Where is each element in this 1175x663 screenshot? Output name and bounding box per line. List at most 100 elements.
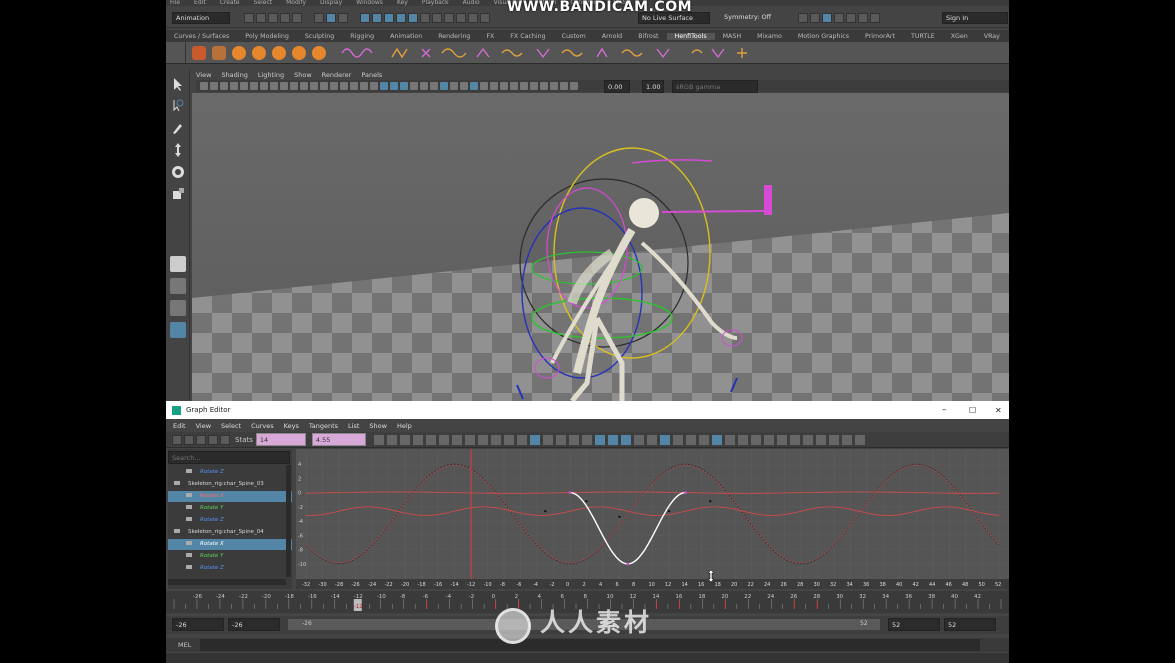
viewport-tool-icon[interactable] xyxy=(220,82,228,90)
toggle-layers-icon[interactable] xyxy=(858,13,868,23)
shelf-tab[interactable]: MASH xyxy=(715,33,749,40)
graph-tool-icon[interactable] xyxy=(802,434,813,445)
graph-tool-icon[interactable] xyxy=(477,434,488,445)
toggle-outliner-icon[interactable] xyxy=(846,13,856,23)
menu-item[interactable]: File xyxy=(170,0,180,6)
graph-tool-icon[interactable] xyxy=(789,434,800,445)
viewport-tool-icon[interactable] xyxy=(510,82,518,90)
snap-surface-icon[interactable] xyxy=(408,13,418,23)
viewport-tool-icon[interactable] xyxy=(330,82,338,90)
keyframe[interactable] xyxy=(585,499,588,503)
viewport-tool-icon[interactable] xyxy=(420,82,428,90)
select-component-icon[interactable] xyxy=(338,13,348,23)
outliner-channel[interactable]: Rotate Y xyxy=(168,503,292,514)
shelf-tab[interactable]: TURTLE xyxy=(903,33,943,40)
shelf-tab[interactable]: Custom xyxy=(554,33,594,40)
viewport-tool-icon[interactable] xyxy=(450,82,458,90)
viewport-tool-icon[interactable] xyxy=(500,82,508,90)
graph-tool-icon[interactable] xyxy=(633,434,644,445)
viewport-tool-icon[interactable] xyxy=(470,82,478,90)
viewport-menu-item[interactable]: Shading xyxy=(221,71,247,79)
graph-tool-icon[interactable] xyxy=(737,434,748,445)
outliner-channel[interactable]: Rotate Z xyxy=(168,467,292,478)
viewport-tool-icon[interactable] xyxy=(320,82,328,90)
insert-key-icon[interactable] xyxy=(184,434,194,445)
graph-tool-icon[interactable] xyxy=(503,434,514,445)
shelf-tab[interactable]: Poly Modeling xyxy=(237,33,297,40)
lattice-icon[interactable] xyxy=(196,434,206,445)
viewport-tool-icon[interactable] xyxy=(480,82,488,90)
anim-start-field[interactable]: -26 xyxy=(172,618,224,631)
shelf-tab[interactable]: Arnold xyxy=(594,33,630,40)
graph-tool-icon[interactable] xyxy=(412,434,423,445)
graph-tool-icon[interactable] xyxy=(672,434,683,445)
select-tool-icon[interactable] xyxy=(170,76,186,92)
graph-menu-item[interactable]: Keys xyxy=(284,422,299,430)
graph-tool-icon[interactable] xyxy=(490,434,501,445)
keyframe[interactable] xyxy=(568,491,572,495)
viewport-menu-item[interactable]: Panels xyxy=(361,71,382,79)
graph-curve-area[interactable]: 4 2 0 -2 -4 -6 -8 -10 -32 -30 -28 -26 -24 -22 -20 -18 -1… xyxy=(296,449,1009,589)
shelf-tab[interactable]: Rigging xyxy=(342,33,382,40)
viewport-tool-icon[interactable] xyxy=(350,82,358,90)
save-scene-icon[interactable] xyxy=(268,13,278,23)
graph-tool-icon[interactable] xyxy=(581,434,592,445)
color-space-dropdown[interactable]: sRGB gamma xyxy=(672,80,758,93)
menu-item[interactable]: Modify xyxy=(286,0,306,6)
viewport-tool-icon[interactable] xyxy=(270,82,278,90)
viewport-tool-icon[interactable] xyxy=(570,82,578,90)
toggle-modeling-toolkit-icon[interactable] xyxy=(798,13,808,23)
render-view-icon[interactable] xyxy=(480,13,490,23)
viewport-tool-icon[interactable] xyxy=(490,82,498,90)
menu-item[interactable]: Key xyxy=(397,0,408,6)
curve-tools-icons[interactable] xyxy=(332,45,792,61)
viewport-tool-icon[interactable] xyxy=(410,82,418,90)
viewport-tool-icon[interactable] xyxy=(560,82,568,90)
undo-icon[interactable] xyxy=(280,13,290,23)
keyframe[interactable] xyxy=(684,491,687,495)
menu-item[interactable]: Audio xyxy=(463,0,480,6)
lasso-tool-icon[interactable] xyxy=(170,98,186,114)
viewport-tool-icon[interactable] xyxy=(240,82,248,90)
viewport-tool-icon[interactable] xyxy=(540,82,548,90)
graph-tool-icon[interactable] xyxy=(607,434,618,445)
keyframe[interactable] xyxy=(709,499,712,503)
close-button[interactable]: ✕ xyxy=(995,406,1002,415)
move-tool-icon[interactable] xyxy=(170,142,186,158)
exposure-field[interactable]: 0.00 xyxy=(604,80,630,93)
viewport-tool-icon[interactable] xyxy=(300,82,308,90)
graph-tool-icon[interactable] xyxy=(373,434,384,445)
paint-select-icon[interactable] xyxy=(170,120,186,136)
shelf-tool-icon[interactable] xyxy=(252,45,266,60)
viewport-tool-icon[interactable] xyxy=(260,82,268,90)
keyframe[interactable] xyxy=(626,562,630,566)
graph-menu-item[interactable]: Curves xyxy=(251,422,274,430)
scale-tool-icon[interactable] xyxy=(170,186,186,202)
graph-tool-icon[interactable] xyxy=(425,434,436,445)
shelf-tab[interactable]: Animation xyxy=(382,33,430,40)
viewport-tool-icon[interactable] xyxy=(380,82,388,90)
graph-tool-icon[interactable] xyxy=(399,434,410,445)
viewport-menu-item[interactable]: View xyxy=(196,71,211,79)
graph-tool-icon[interactable] xyxy=(815,434,826,445)
shelf-tab[interactable]: VRay xyxy=(976,33,1008,40)
viewport-tool-icon[interactable] xyxy=(430,82,438,90)
render-icon[interactable] xyxy=(432,13,442,23)
graph-tool-icon[interactable] xyxy=(841,434,852,445)
menu-item[interactable]: Display xyxy=(320,0,342,6)
graph-tool-icon[interactable] xyxy=(724,434,735,445)
outliner-hscrollbar[interactable] xyxy=(168,579,286,585)
graph-tool-icon[interactable] xyxy=(594,434,605,445)
viewport-tool-icon[interactable] xyxy=(390,82,398,90)
viewport-tool-icon[interactable] xyxy=(290,82,298,90)
viewport-tool-icon[interactable] xyxy=(280,82,288,90)
shelf-options[interactable] xyxy=(166,41,186,64)
outliner-channel[interactable]: Rotate Z xyxy=(168,563,292,574)
graph-tool-icon[interactable] xyxy=(542,434,553,445)
shelf-tab[interactable]: Curves / Surfaces xyxy=(166,33,237,40)
shelf-tool-icon[interactable] xyxy=(292,45,306,60)
graph-tool-icon[interactable] xyxy=(464,434,475,445)
viewport-menu-item[interactable]: Show xyxy=(294,71,312,79)
graph-tool-icon[interactable] xyxy=(828,434,839,445)
viewport-tool-icon[interactable] xyxy=(230,82,238,90)
